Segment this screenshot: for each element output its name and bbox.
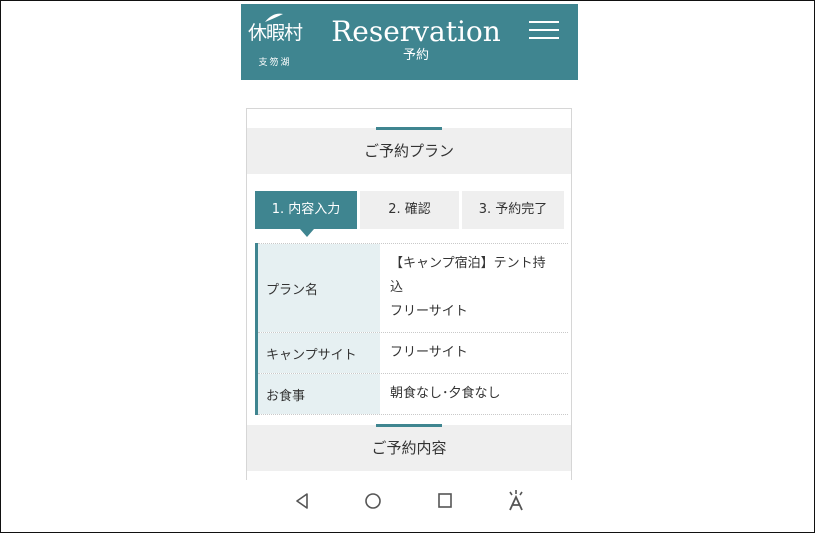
active-step-pointer — [300, 229, 314, 237]
recents-icon[interactable] — [437, 492, 453, 510]
heading-accent-bar — [376, 127, 442, 130]
page-title-en: Reservation — [331, 15, 501, 48]
heading-accent-bar — [376, 424, 442, 427]
campsite-label: キャンプサイト — [258, 333, 380, 373]
page-title: Reservation 予約 — [321, 16, 511, 64]
table-row: キャンプサイト フリーサイト — [258, 333, 568, 374]
details-section-title: ご予約内容 — [371, 439, 447, 457]
plan-name-line1: 【キャンプ宿泊】テント持込 — [390, 256, 546, 295]
back-icon[interactable] — [294, 492, 310, 510]
meal-value: 朝食なし･夕食なし — [390, 386, 501, 401]
site-header: 休暇村 支笏湖 Reservation 予約 — [241, 4, 578, 80]
plan-name-label: プラン名 — [258, 244, 380, 332]
table-row: プラン名 【キャンプ宿泊】テント持込 フリーサイト — [258, 243, 568, 333]
details-section-heading: ご予約内容 — [247, 424, 571, 471]
plan-section-heading: ご予約プラン — [247, 127, 571, 174]
step-input: 1. 内容入力 — [255, 191, 357, 229]
page-title-ja: 予約 — [402, 48, 429, 63]
logo-subtext: 支笏湖 — [258, 58, 292, 68]
system-nav-bar — [241, 480, 578, 526]
screenshot-frame: 休暇村 支笏湖 Reservation 予約 ご予約プラン 1. 内容入力 2.… — [0, 0, 815, 533]
hamburger-menu-icon[interactable] — [529, 21, 559, 39]
step-complete: 3. 予約完了 — [462, 191, 564, 229]
plan-name-line2: フリーサイト — [390, 304, 468, 319]
plan-name-value: 【キャンプ宿泊】テント持込 フリーサイト — [380, 244, 568, 332]
meal-label: お食事 — [258, 374, 380, 414]
accessibility-icon[interactable] — [506, 490, 526, 512]
home-icon[interactable] — [364, 492, 382, 510]
campsite-value: フリーサイト — [390, 345, 468, 360]
plan-section-title: ご予約プラン — [363, 142, 454, 160]
reservation-card: ご予約プラン 1. 内容入力 2. 確認 3. 予約完了 プラン名 【キャンプ宿… — [246, 108, 572, 489]
leaf-icon — [265, 13, 283, 22]
step-confirm: 2. 確認 — [360, 191, 459, 229]
logo[interactable]: 休暇村 支笏湖 — [247, 13, 303, 68]
plan-summary-table: プラン名 【キャンプ宿泊】テント持込 フリーサイト キャンプサイト フリーサイト… — [255, 243, 568, 415]
table-row: お食事 朝食なし･夕食なし — [258, 374, 568, 415]
